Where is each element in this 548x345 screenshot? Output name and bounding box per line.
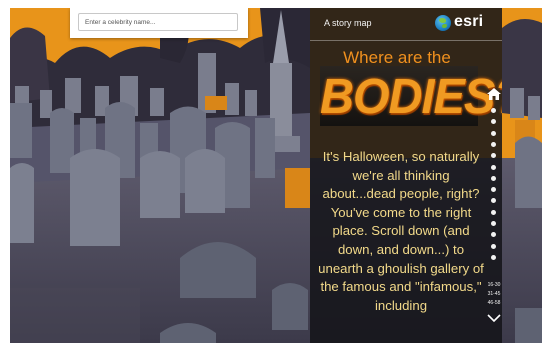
nav-dot-6[interactable]	[491, 164, 496, 170]
nav-range-link[interactable]: 31-45	[482, 291, 502, 297]
intro-text: It's Halloween, so naturally we're all t…	[318, 149, 484, 313]
nav-dot-7[interactable]	[491, 175, 496, 181]
esri-logo[interactable]: esri	[435, 13, 495, 34]
nav-dot-11[interactable]	[491, 221, 496, 226]
nav-dot-4[interactable]	[491, 141, 496, 147]
chevron-down-icon[interactable]	[486, 312, 502, 324]
title-banner: BODIES?	[320, 66, 502, 126]
globe-icon	[435, 15, 451, 31]
title-heading: BODIES?	[320, 67, 502, 124]
nav-dot-2[interactable]	[491, 119, 496, 125]
nav-dot-5[interactable]	[491, 153, 496, 159]
nav-dot-9[interactable]	[491, 198, 496, 204]
esri-logo-text: esri	[454, 13, 484, 30]
panel-header: A story map esri	[310, 8, 502, 41]
nav-dot-14[interactable]	[491, 254, 496, 260]
story-panel: A story map esri Where are the BODIES? I…	[310, 8, 502, 343]
section-navigation: 16-30 31-45 46-58	[486, 88, 502, 338]
story-map-viewport: A story map esri Where are the BODIES? I…	[10, 8, 542, 343]
nav-range-link[interactable]: 16-30	[482, 282, 502, 288]
nav-dot-1[interactable]	[491, 108, 496, 113]
search-card	[70, 8, 248, 38]
nav-dot-12[interactable]	[491, 232, 496, 238]
nav-dot-10[interactable]	[491, 209, 496, 215]
nav-dot-3[interactable]	[491, 130, 496, 136]
home-icon[interactable]	[487, 88, 501, 100]
nav-dot-13[interactable]	[491, 243, 496, 249]
celebrity-search-input[interactable]	[78, 13, 238, 31]
nav-dot-8[interactable]	[491, 187, 496, 193]
nav-range-link[interactable]: 46-58	[482, 300, 502, 306]
story-map-label: A story map	[324, 18, 372, 28]
